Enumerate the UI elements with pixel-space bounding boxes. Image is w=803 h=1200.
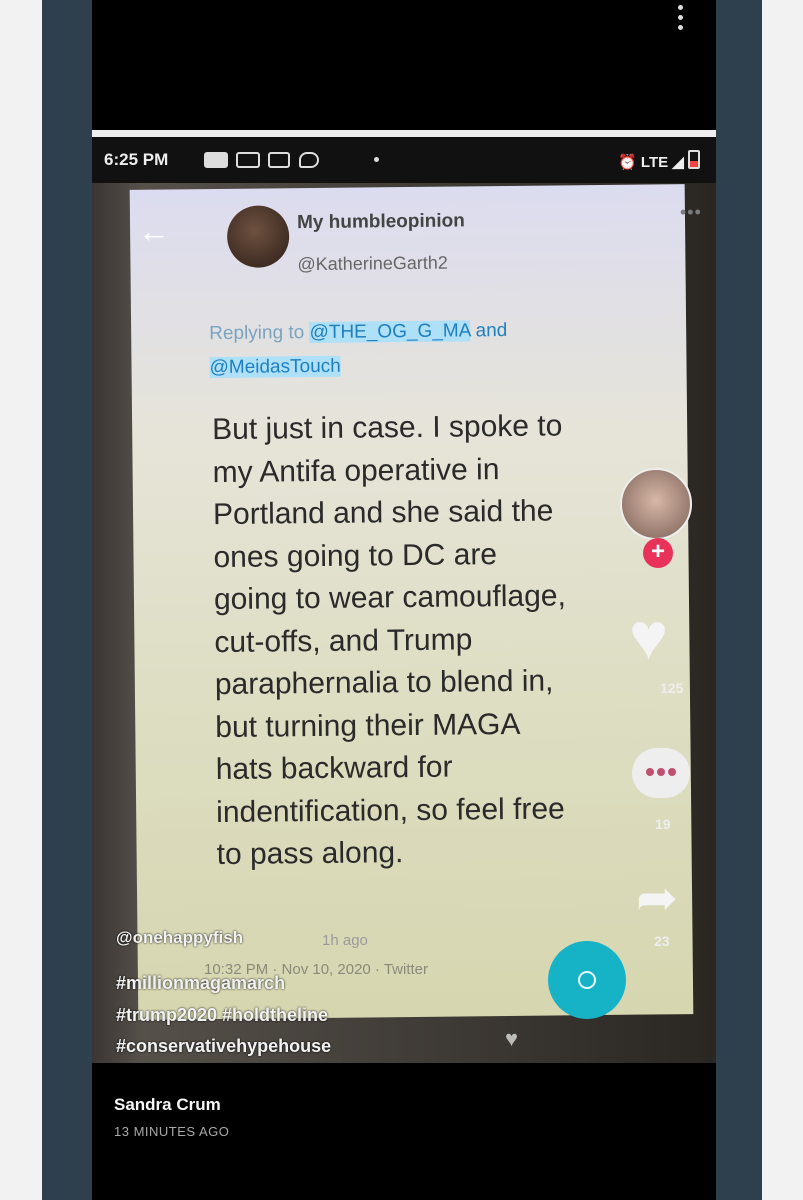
post-footer: Sandra Crum 13 MINUTES AGO [92, 1063, 716, 1200]
tweet-line: ones going to DC are [213, 537, 498, 574]
battery-icon [688, 150, 700, 169]
tiktok-username[interactable]: @onehappyfish [116, 928, 243, 948]
tweet-line: cut-offs, and Trump [214, 622, 473, 659]
share-count: 23 [654, 933, 670, 949]
mention-link[interactable]: @THE_OG_G_MA [309, 320, 471, 344]
notification-dot-icon [374, 157, 379, 162]
parler-icon [299, 152, 319, 168]
tweet-line: hats backward for [215, 750, 453, 787]
tweet-line: indentification, so feel free [216, 791, 565, 829]
tweet-line: but turning their MAGA [215, 707, 521, 744]
user-handle[interactable]: @KatherineGarth2 [297, 253, 448, 276]
tweet-more-icon[interactable]: ••• [680, 202, 702, 223]
comment-count: 19 [655, 816, 671, 832]
status-time: 6:25 PM [104, 150, 169, 169]
replying-to: Replying to @THE_OG_G_MA and @MeidasTouc… [209, 314, 508, 385]
tweet-line: But just in case. I spoke to [212, 409, 563, 447]
replying-and: and [475, 319, 508, 342]
video-frame: My humbleopinion @KatherineGarth2 ••• Re… [92, 183, 716, 1063]
back-arrow-icon[interactable]: ← [138, 213, 170, 250]
hashtag-line[interactable]: #millionmagamarch [116, 973, 285, 994]
posted-time: 13 MINUTES AGO [114, 1124, 230, 1139]
status-right: ⏰ LTE ◢ [618, 150, 700, 171]
comment-icon[interactable] [632, 748, 690, 798]
tiktok-time-ago: 1h ago [322, 932, 368, 949]
hashtag-line[interactable]: #conservativehypehouse [116, 1036, 331, 1057]
tweet-line: Portland and she said the [212, 494, 554, 532]
creator-avatar[interactable] [620, 468, 692, 540]
small-heart-icon: ♥ [505, 1026, 519, 1051]
tweet-text: But just in case. I spoke to my Antifa o… [212, 404, 687, 876]
tweet-line: paraphernalia to blend in, [214, 664, 554, 702]
share-icon[interactable]: ➦ [636, 873, 678, 923]
tweet-line: to pass along. [216, 836, 404, 872]
heart-icon[interactable]: ♥ [629, 603, 668, 669]
divider [92, 130, 716, 137]
youtube-icon [204, 152, 228, 168]
more-options-icon[interactable] [672, 2, 688, 38]
tweet-card: My humbleopinion @KatherineGarth2 ••• Re… [129, 184, 702, 1020]
avatar[interactable] [226, 205, 290, 268]
display-name[interactable]: My humbleopinion [297, 210, 465, 234]
tweet-line: my Antifa operative in [212, 452, 500, 489]
poster-name[interactable]: Sandra Crum [114, 1095, 221, 1115]
signal-icon: ◢ [672, 154, 684, 171]
alarm-icon: ⏰ [618, 154, 637, 171]
record-button[interactable] [548, 941, 626, 1019]
network-label: LTE [640, 154, 669, 171]
status-bar: 6:25 PM ⏰ LTE ◢ [92, 137, 716, 183]
hashtag-line[interactable]: #trump2020 #holdtheline [116, 1005, 328, 1026]
replying-label: Replying to [209, 322, 305, 345]
tweet-line: going to wear camouflage, [213, 579, 567, 617]
video-icon [236, 152, 260, 168]
mention-link[interactable]: @MeidasTouch [209, 355, 341, 379]
follow-plus-icon[interactable]: + [643, 538, 673, 568]
like-count: 125 [660, 680, 684, 696]
app-icon [268, 152, 290, 168]
